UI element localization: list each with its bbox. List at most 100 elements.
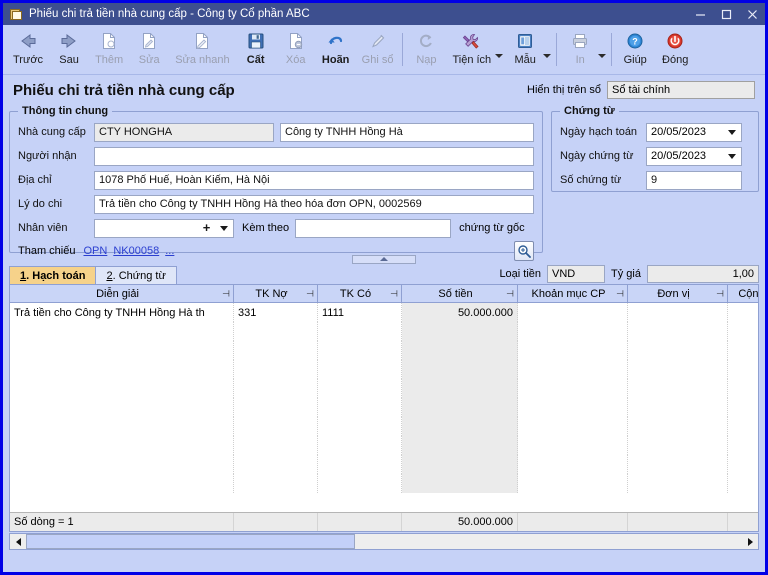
grid-cell-cong[interactable] [728,360,758,379]
grid-column-header[interactable]: Diễn giải ⊣ [10,285,234,302]
grid-cell-don-vi[interactable] [628,360,728,379]
toolbar-button-ghi-so[interactable]: Ghi sổ [356,27,400,74]
grid-cell-khoan-muc-cp[interactable] [518,360,628,379]
tab-hach-toan[interactable]: 1. Hạch toán [9,266,97,284]
address-input[interactable]: 1078 Phố Huế, Hoàn Kiếm, Hà Nội [94,170,534,190]
grid-cell-cong[interactable] [728,398,758,417]
toolbar-button-sua-nhanh[interactable]: Sửa nhanh [169,27,235,74]
panel-splitter[interactable] [9,253,759,265]
grid-column-header[interactable]: Số tiền ⊣ [402,285,518,302]
in-dropdown-caret-icon[interactable] [597,51,606,60]
grid-cell-dien-giai[interactable] [10,341,234,360]
scroll-left-button[interactable] [10,534,26,549]
horizontal-scrollbar[interactable] [9,533,759,550]
grid-cell-dien-giai[interactable] [10,436,234,455]
minimize-button[interactable] [687,3,713,25]
toolbar-button-tien-ich[interactable]: Tiện ích [446,27,497,74]
grid-cell-dien-giai[interactable] [10,398,234,417]
grid-cell-tk-no[interactable] [234,341,318,360]
grid-column-header[interactable]: TK Nợ ⊣ [234,285,318,302]
grid-cell-cong[interactable] [728,341,758,360]
voucher-date-caret-icon[interactable] [725,153,739,159]
grid-cell-so-tien[interactable] [402,455,518,474]
grid-cell-tk-no[interactable] [234,322,318,341]
grid-cell-tk-co[interactable] [318,417,402,436]
toolbar-button-xoa[interactable]: Xóa [276,27,316,74]
grid-cell-cong[interactable] [728,417,758,436]
grid-cell-so-tien[interactable] [402,322,518,341]
tab-chung-tu[interactable]: 2. Chứng từ [95,266,177,284]
grid-cell-so-tien[interactable] [402,398,518,417]
tien-ich-dropdown-caret-icon[interactable] [494,51,503,60]
grid-cell-don-vi[interactable] [628,455,728,474]
grid-cell-khoan-muc-cp[interactable] [518,474,628,493]
grid-cell-cong[interactable] [728,455,758,474]
grid-cell-khoan-muc-cp[interactable] [518,417,628,436]
column-pin-icon[interactable]: ⊣ [506,289,514,298]
employee-input[interactable]: + [94,218,234,238]
grid-cell-don-vi[interactable] [628,398,728,417]
table-row-empty[interactable] [10,360,758,379]
grid-cell-cong[interactable] [728,474,758,493]
toolbar-button-them[interactable]: Thêm [89,27,129,74]
grid-cell-dien-giai[interactable] [10,417,234,436]
column-pin-icon[interactable]: ⊣ [222,289,230,298]
grid-cell-so-tien[interactable] [402,436,518,455]
table-row-empty[interactable] [10,322,758,341]
column-pin-icon[interactable]: ⊣ [716,289,724,298]
grid-cell-so-tien[interactable] [402,417,518,436]
grid-cell-so-tien[interactable] [402,360,518,379]
maximize-button[interactable] [713,3,739,25]
table-row-empty[interactable] [10,341,758,360]
grid-cell-tk-no[interactable] [234,455,318,474]
grid-cell-khoan-muc-cp[interactable] [518,303,628,322]
toolbar-button-giup[interactable]: ? Giúp [615,27,655,74]
grid-column-header[interactable]: Đơn vị ⊣ [628,285,728,302]
table-row-empty[interactable] [10,417,758,436]
grid-cell-dien-giai[interactable]: Trả tiền cho Công ty TNHH Hồng Hà th [10,303,234,322]
posting-date-caret-icon[interactable] [725,129,739,135]
toolbar-button-in[interactable]: In [560,27,600,74]
grid-cell-dien-giai[interactable] [10,379,234,398]
grid-cell-don-vi[interactable] [628,303,728,322]
reason-input[interactable]: Trả tiền cho Công ty TNHH Hồng Hà theo h… [94,194,534,214]
grid-cell-cong[interactable] [728,379,758,398]
table-row-empty[interactable] [10,436,758,455]
grid-cell-khoan-muc-cp[interactable] [518,322,628,341]
toolbar-button-hoan[interactable]: Hoãn [316,27,356,74]
grid-cell-tk-no[interactable] [234,398,318,417]
grid-cell-khoan-muc-cp[interactable] [518,436,628,455]
currency-value[interactable]: VND [547,265,606,283]
grid-cell-khoan-muc-cp[interactable] [518,455,628,474]
grid-cell-cong[interactable] [728,322,758,341]
attach-input[interactable] [295,218,452,238]
grid-cell-tk-no[interactable] [234,417,318,436]
receiver-input[interactable] [94,146,534,166]
posting-date-combo[interactable]: 20/05/2023 [646,122,742,142]
table-row-empty[interactable] [10,455,758,474]
grid-cell-tk-no[interactable] [234,474,318,493]
splitter-handle[interactable] [352,254,416,264]
grid-cell-don-vi[interactable] [628,474,728,493]
table-row-empty[interactable] [10,474,758,493]
scrollbar-thumb[interactable] [26,534,356,549]
toolbar-button-dong[interactable]: Đóng [655,27,695,74]
grid-cell-cong[interactable] [728,303,758,322]
grid-cell-so-tien[interactable] [402,474,518,493]
grid-cell-tk-co[interactable] [318,360,402,379]
supplier-code-input[interactable]: CTY HONGHA [94,122,274,142]
employee-add-icon[interactable]: + [198,220,215,236]
grid-cell-don-vi[interactable] [628,379,728,398]
table-row[interactable]: Trả tiền cho Công ty TNHH Hồng Hà th 331 1… [10,303,758,322]
display-book-value[interactable]: Sổ tài chính [607,81,755,99]
grid-cell-don-vi[interactable] [628,417,728,436]
grid-cell-tk-co[interactable] [318,398,402,417]
toolbar-button-sau[interactable]: Sau [49,27,89,74]
voucher-date-combo[interactable]: 20/05/2023 [646,146,742,166]
grid-column-header[interactable]: Khoản mục CP ⊣ [518,285,628,302]
grid-column-header[interactable]: Cộng [728,285,758,302]
grid-cell-don-vi[interactable] [628,341,728,360]
mau-dropdown-caret-icon[interactable] [542,51,551,60]
grid-cell-khoan-muc-cp[interactable] [518,398,628,417]
grid-cell-tk-co[interactable] [318,322,402,341]
